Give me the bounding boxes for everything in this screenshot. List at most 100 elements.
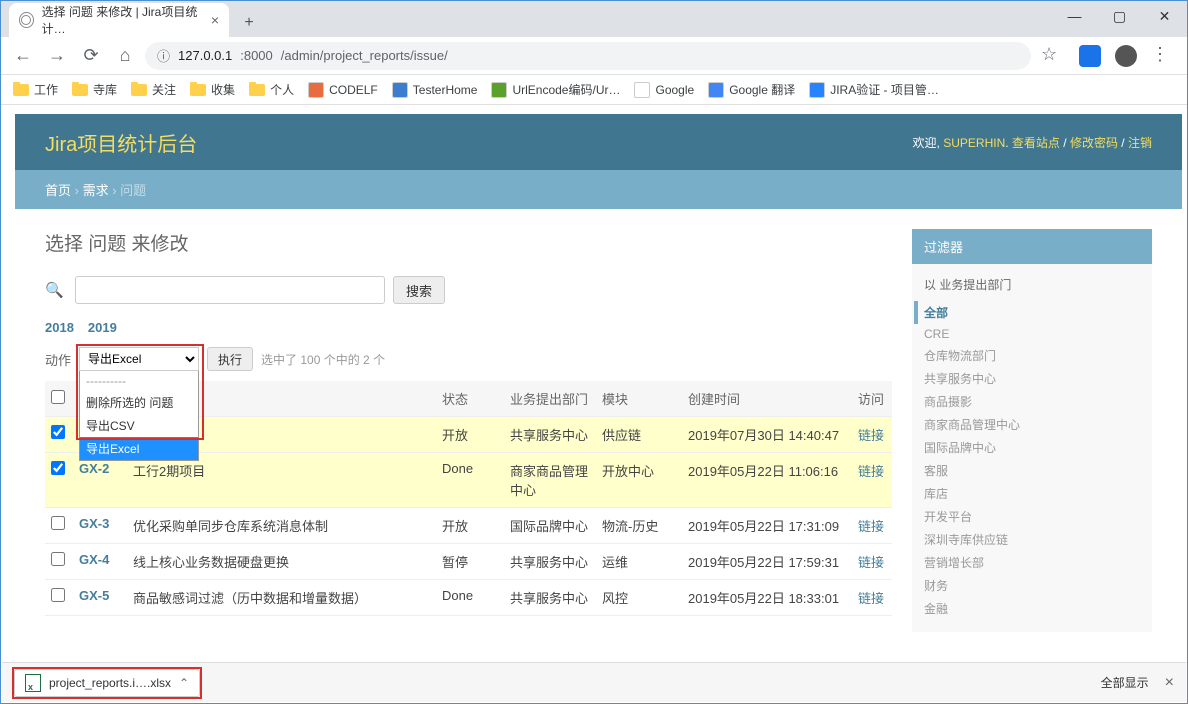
col-visit[interactable]: 访问 bbox=[852, 381, 892, 417]
action-option[interactable]: 导出CSV bbox=[80, 414, 198, 437]
minimize-button[interactable]: — bbox=[1052, 1, 1097, 31]
action-option[interactable]: 删除所选的 问题 bbox=[80, 391, 198, 414]
breadcrumb-app[interactable]: 需求 bbox=[83, 183, 109, 198]
row-checkbox[interactable] bbox=[51, 461, 65, 475]
row-key-link[interactable]: GX-2 bbox=[79, 461, 109, 476]
filter-item[interactable]: 国际品牌中心 bbox=[924, 436, 1140, 459]
filter-item[interactable]: 财务 bbox=[924, 574, 1140, 597]
action-option[interactable]: ---------- bbox=[80, 371, 198, 391]
bookmark-label: JIRA验证 - 项目管… bbox=[830, 81, 939, 98]
change-password-link[interactable]: 修改密码 bbox=[1070, 136, 1118, 150]
action-select-wrapper: 导出Excel ----------删除所选的 问题导出CSV导出Excel bbox=[79, 347, 199, 371]
forward-button[interactable]: → bbox=[43, 42, 71, 70]
row-checkbox[interactable] bbox=[51, 425, 65, 439]
home-button[interactable]: ⌂ bbox=[111, 42, 139, 70]
row-status: 开放 bbox=[436, 417, 504, 453]
search-input[interactable] bbox=[75, 276, 385, 304]
back-button[interactable]: ← bbox=[9, 42, 37, 70]
breadcrumb: 首页 › 需求 › 问题 bbox=[15, 170, 1182, 209]
filter-item[interactable]: 商品摄影 bbox=[924, 390, 1140, 413]
row-module: 供应链 bbox=[596, 417, 682, 453]
row-checkbox[interactable] bbox=[51, 588, 65, 602]
filter-item[interactable]: 客服 bbox=[924, 459, 1140, 482]
row-checkbox[interactable] bbox=[51, 516, 65, 530]
site-icon bbox=[634, 82, 650, 98]
filter-item[interactable]: CRE bbox=[924, 324, 1140, 344]
search-button[interactable]: 搜索 bbox=[393, 276, 445, 304]
maximize-button[interactable]: ▢ bbox=[1097, 1, 1142, 31]
close-window-button[interactable]: ✕ bbox=[1142, 1, 1187, 31]
row-dept: 共享服务中心 bbox=[504, 544, 596, 580]
actions-bar: 动作 导出Excel ----------删除所选的 问题导出CSV导出Exce… bbox=[45, 347, 892, 371]
bookmark-item[interactable]: 寺库 bbox=[72, 81, 117, 98]
filter-item[interactable]: 仓库物流部门 bbox=[924, 344, 1140, 367]
row-visit-link[interactable]: 链接 bbox=[858, 464, 884, 479]
bookmark-item[interactable]: CODELF bbox=[308, 82, 378, 98]
bookmark-label: 收集 bbox=[211, 81, 235, 98]
welcome-text: 欢迎, bbox=[913, 136, 940, 150]
show-all-downloads[interactable]: 全部显示 bbox=[1101, 674, 1149, 691]
new-tab-button[interactable]: + bbox=[235, 9, 263, 37]
reload-button[interactable]: ⟳ bbox=[77, 42, 105, 70]
filter-item[interactable]: 库店 bbox=[924, 482, 1140, 505]
bookmark-item[interactable]: Google bbox=[634, 82, 694, 98]
row-module: 风控 bbox=[596, 580, 682, 616]
bookmark-item[interactable]: TesterHome bbox=[392, 82, 478, 98]
browser-tab-active[interactable]: 选择 问题 来修改 | Jira项目统计… × bbox=[9, 3, 229, 37]
row-visit-link[interactable]: 链接 bbox=[858, 555, 884, 570]
download-item[interactable]: project_reports.i….xlsx ⌃ bbox=[14, 669, 200, 697]
year-link[interactable]: 2018 bbox=[45, 320, 74, 335]
tab-close-button[interactable]: × bbox=[211, 12, 219, 28]
filter-item[interactable]: 金融 bbox=[924, 597, 1140, 620]
col-created[interactable]: 创建时间 bbox=[682, 381, 852, 417]
browser-menu-button[interactable] bbox=[1151, 44, 1175, 68]
username-link[interactable]: SUPERHIN bbox=[943, 136, 1005, 150]
view-site-link[interactable]: 查看站点 bbox=[1012, 136, 1060, 150]
year-link[interactable]: 2019 bbox=[88, 320, 117, 335]
filter-item[interactable]: 深圳寺库供应链 bbox=[924, 528, 1140, 551]
changelist: 选择 问题 来修改 🔍 搜索 20182019 动作 导出Excel -----… bbox=[45, 229, 892, 632]
row-checkbox[interactable] bbox=[51, 552, 65, 566]
logout-link[interactable]: 注销 bbox=[1128, 136, 1152, 150]
bookmark-item[interactable]: 个人 bbox=[249, 81, 294, 98]
execute-button[interactable]: 执行 bbox=[207, 347, 253, 371]
row-key-link[interactable]: GX-3 bbox=[79, 516, 109, 531]
address-bar[interactable]: ⓘ 127.0.0.1:8000/admin/project_reports/i… bbox=[145, 42, 1031, 70]
bookmark-item[interactable]: 工作 bbox=[13, 81, 58, 98]
row-created: 2019年07月30日 14:40:47 bbox=[682, 417, 852, 453]
bookmark-label: 工作 bbox=[34, 81, 58, 98]
action-option[interactable]: 导出Excel bbox=[80, 437, 198, 460]
bookmark-item[interactable]: JIRA验证 - 项目管… bbox=[809, 81, 939, 98]
chevron-up-icon[interactable]: ⌃ bbox=[179, 676, 189, 690]
action-dropdown[interactable]: ----------删除所选的 问题导出CSV导出Excel bbox=[79, 371, 199, 461]
row-visit-link[interactable]: 链接 bbox=[858, 428, 884, 443]
col-dept[interactable]: 业务提出部门 bbox=[504, 381, 596, 417]
row-visit-link[interactable]: 链接 bbox=[858, 591, 884, 606]
table-row: GX-5商品敏感词过滤（历中数据和增量数据）Done共享服务中心风控2019年0… bbox=[45, 580, 892, 616]
filter-item[interactable]: 商家商品管理中心 bbox=[924, 413, 1140, 436]
filter-item[interactable]: 营销增长部 bbox=[924, 551, 1140, 574]
row-created: 2019年05月22日 17:31:09 bbox=[682, 508, 852, 544]
filter-item[interactable]: 全部 bbox=[914, 301, 1140, 324]
bookmark-item[interactable]: UrlEncode编码/Ur… bbox=[491, 81, 620, 98]
folder-icon bbox=[72, 84, 88, 96]
col-module[interactable]: 模块 bbox=[596, 381, 682, 417]
bookmark-item[interactable]: 收集 bbox=[190, 81, 235, 98]
filter-item[interactable]: 开发平台 bbox=[924, 505, 1140, 528]
filter-item[interactable]: 共享服务中心 bbox=[924, 367, 1140, 390]
filter-by-label: 以 业务提出部门 bbox=[924, 276, 1140, 293]
close-downloads-bar[interactable]: × bbox=[1165, 674, 1174, 692]
bookmark-item[interactable]: 关注 bbox=[131, 81, 176, 98]
action-select[interactable]: 导出Excel bbox=[79, 347, 199, 371]
row-key-link[interactable]: GX-4 bbox=[79, 552, 109, 567]
bookmark-item[interactable]: Google 翻译 bbox=[708, 81, 795, 98]
breadcrumb-home[interactable]: 首页 bbox=[45, 183, 71, 198]
profile-avatar[interactable] bbox=[1115, 45, 1137, 67]
col-status[interactable]: 状态 bbox=[436, 381, 504, 417]
row-visit-link[interactable]: 链接 bbox=[858, 519, 884, 534]
extension-icon[interactable] bbox=[1079, 45, 1101, 67]
bookmark-star-icon[interactable] bbox=[1041, 44, 1065, 68]
select-all-checkbox[interactable] bbox=[51, 390, 65, 404]
row-key-link[interactable]: GX-5 bbox=[79, 588, 109, 603]
url-path: /admin/project_reports/issue/ bbox=[281, 48, 448, 63]
